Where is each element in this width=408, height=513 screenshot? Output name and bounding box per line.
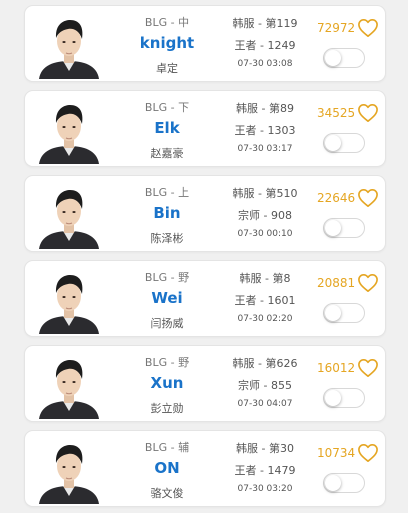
rank-info: 韩服 - 第626 宗师 - 855 07-30 04:07 [217, 346, 313, 421]
toggle-knob [325, 135, 341, 151]
update-time: 07-30 02:20 [237, 314, 293, 324]
heart-icon[interactable] [357, 443, 379, 463]
server-rank: 韩服 - 第510 [232, 187, 298, 200]
player-real-name: 骆文俊 [150, 487, 184, 500]
player-nickname[interactable]: knight [117, 34, 217, 52]
server-rank: 韩服 - 第119 [232, 17, 298, 30]
player-real-name: 卓定 [156, 62, 178, 75]
toggle-knob [325, 50, 341, 66]
tier-points: 王者 - 1303 [234, 124, 296, 137]
like-count: 20881 [317, 276, 356, 290]
player-identity: BLG - 野 Xun 彭立勋 [117, 346, 217, 421]
team-role: BLG - 上 [144, 186, 190, 199]
tier-points: 王者 - 1601 [234, 294, 296, 307]
player-real-name: 彭立勋 [150, 402, 184, 415]
team-role: BLG - 野 [144, 356, 190, 369]
rank-info: 韩服 - 第119 王者 - 1249 07-30 03:08 [217, 6, 313, 81]
player-nickname[interactable]: Bin [117, 204, 217, 222]
player-avatar [35, 96, 103, 164]
player-avatar [35, 11, 103, 79]
rank-info: 韩服 - 第510 宗师 - 908 07-30 00:10 [217, 176, 313, 251]
player-nickname[interactable]: Wei [117, 289, 217, 307]
update-time: 07-30 03:08 [237, 59, 293, 69]
server-rank: 韩服 - 第89 [236, 102, 294, 115]
player-card[interactable]: BLG - 野 Wei 闫扬威 韩服 - 第8 王者 - 1601 07-30 02:20… [24, 260, 386, 337]
follow-toggle[interactable] [323, 218, 365, 238]
tier-points: 王者 - 1479 [234, 464, 296, 477]
toggle-knob [325, 305, 341, 321]
player-card[interactable]: BLG - 中 knight 卓定 韩服 - 第119 王者 - 1249 07-30 0… [24, 5, 386, 82]
player-identity: BLG - 辅 ON 骆文俊 [117, 431, 217, 506]
tier-points: 宗师 - 855 [238, 379, 292, 392]
like-count: 22646 [317, 191, 356, 205]
heart-icon[interactable] [357, 358, 379, 378]
player-identity: BLG - 上 Bin 陈泽彬 [117, 176, 217, 251]
heart-icon[interactable] [357, 188, 379, 208]
team-role: BLG - 野 [144, 271, 190, 284]
update-time: 07-30 03:20 [237, 484, 293, 494]
rank-info: 韩服 - 第89 王者 - 1303 07-30 03:17 [217, 91, 313, 166]
tier-points: 王者 - 1249 [234, 39, 296, 52]
like-count: 10734 [317, 446, 356, 460]
heart-icon[interactable] [357, 273, 379, 293]
team-role: BLG - 下 [144, 101, 190, 114]
player-avatar [35, 181, 103, 249]
player-list: BLG - 中 knight 卓定 韩服 - 第119 王者 - 1249 07-30 0… [0, 0, 408, 513]
player-avatar [35, 266, 103, 334]
player-card[interactable]: BLG - 下 Elk 赵嘉豪 韩服 - 第89 王者 - 1303 07-30 03:1… [24, 90, 386, 167]
player-card[interactable]: BLG - 野 Xun 彭立勋 韩服 - 第626 宗师 - 855 07-30 04:0… [24, 345, 386, 422]
heart-icon[interactable] [357, 18, 379, 38]
toggle-knob [325, 390, 341, 406]
like-count: 16012 [317, 361, 356, 375]
toggle-knob [325, 475, 341, 491]
player-avatar [35, 351, 103, 419]
player-avatar [35, 436, 103, 504]
player-real-name: 闫扬威 [150, 317, 184, 330]
player-card[interactable]: BLG - 上 Bin 陈泽彬 韩服 - 第510 宗师 - 908 07-30 00:1… [24, 175, 386, 252]
server-rank: 韩服 - 第30 [236, 442, 294, 455]
player-identity: BLG - 下 Elk 赵嘉豪 [117, 91, 217, 166]
follow-toggle[interactable] [323, 48, 365, 68]
player-real-name: 陈泽彬 [150, 232, 184, 245]
team-role: BLG - 辅 [144, 441, 190, 454]
server-rank: 韩服 - 第626 [232, 357, 298, 370]
toggle-knob [325, 220, 341, 236]
follow-toggle[interactable] [323, 473, 365, 493]
like-count: 34525 [317, 106, 356, 120]
rank-info: 韩服 - 第8 王者 - 1601 07-30 02:20 [217, 261, 313, 336]
player-nickname[interactable]: ON [117, 459, 217, 477]
player-nickname[interactable]: Elk [117, 119, 217, 137]
heart-icon[interactable] [357, 103, 379, 123]
player-nickname[interactable]: Xun [117, 374, 217, 392]
tier-points: 宗师 - 908 [238, 209, 292, 222]
player-identity: BLG - 中 knight 卓定 [117, 6, 217, 81]
like-count: 72972 [317, 21, 356, 35]
player-real-name: 赵嘉豪 [150, 147, 184, 160]
update-time: 07-30 00:10 [237, 229, 293, 239]
follow-toggle[interactable] [323, 303, 365, 323]
rank-info: 韩服 - 第30 王者 - 1479 07-30 03:20 [217, 431, 313, 506]
player-card[interactable]: BLG - 辅 ON 骆文俊 韩服 - 第30 王者 - 1479 07-30 03:20… [24, 430, 386, 507]
player-identity: BLG - 野 Wei 闫扬威 [117, 261, 217, 336]
follow-toggle[interactable] [323, 388, 365, 408]
update-time: 07-30 03:17 [237, 144, 293, 154]
follow-toggle[interactable] [323, 133, 365, 153]
update-time: 07-30 04:07 [237, 399, 293, 409]
server-rank: 韩服 - 第8 [239, 272, 291, 285]
team-role: BLG - 中 [144, 16, 190, 29]
